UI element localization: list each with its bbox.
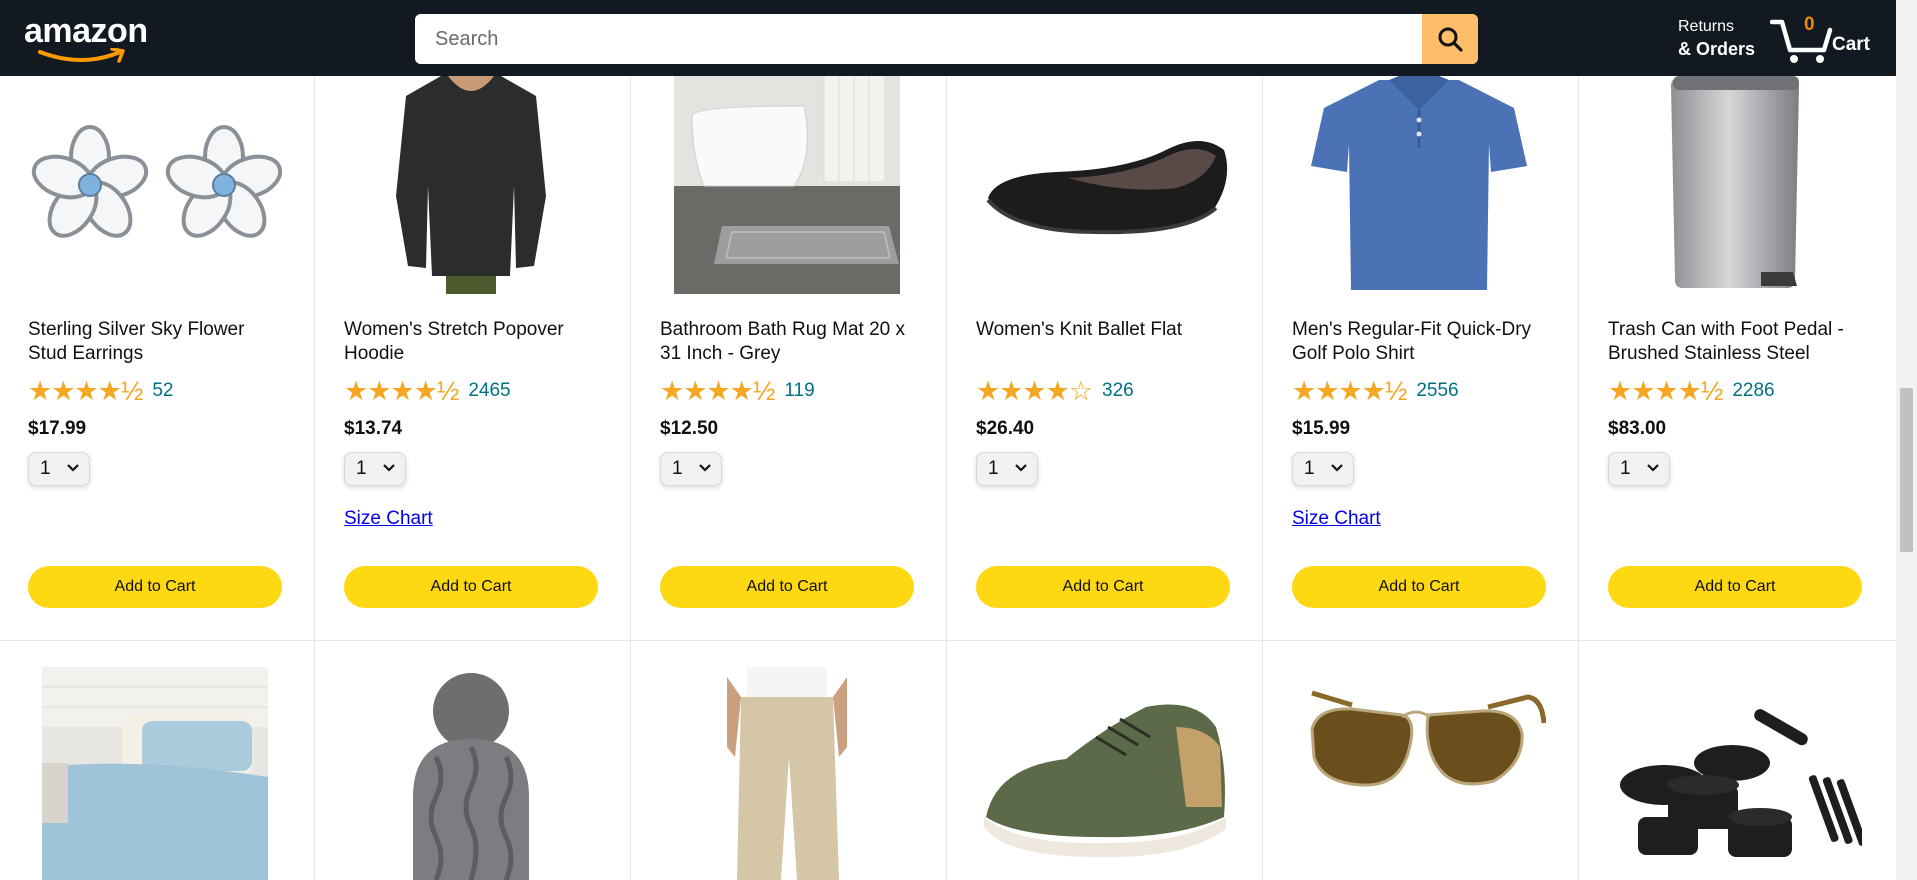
chevron-down-icon (1331, 464, 1343, 472)
star-rating: ★★★★½ (344, 376, 459, 406)
black-hoodie-image[interactable] (344, 76, 598, 294)
flower-earrings-image[interactable] (28, 76, 282, 294)
product-title[interactable]: Bathroom Bath Rug Mat 20 x 31 Inch - Gre… (660, 318, 920, 366)
amazon-logo[interactable]: amazon (24, 12, 154, 63)
logo-smile-icon (38, 48, 125, 63)
product-price: $12.50 (660, 418, 719, 439)
cart-count: 0 (1804, 14, 1815, 35)
product-card: Trash Can with Foot Pedal - Brushed Stai… (1580, 76, 1896, 640)
star-rating: ★★★★½ (660, 376, 775, 406)
review-count[interactable]: 2556 (1416, 380, 1458, 402)
quantity-value: 1 (40, 458, 51, 479)
review-count[interactable]: 52 (152, 380, 173, 402)
product-rating: ★★★★½ 2556 (1292, 376, 1459, 406)
knit-beanie-image[interactable] (344, 667, 598, 880)
khaki-pants-image[interactable] (660, 667, 914, 880)
product-title[interactable]: Women's Knit Ballet Flat (976, 318, 1236, 342)
add-to-cart-button[interactable]: Add to Cart (660, 566, 914, 608)
bedding-image[interactable] (28, 667, 282, 880)
quantity-value: 1 (1620, 458, 1631, 479)
scrollbar-thumb[interactable] (1900, 388, 1913, 552)
star-rating: ★★★★☆ (976, 376, 1093, 406)
review-count[interactable]: 326 (1102, 380, 1134, 402)
product-card: Men's Regular-Fit Quick-Dry Golf Polo Sh… (1264, 76, 1580, 640)
star-rating: ★★★★½ (1608, 376, 1723, 406)
add-to-cart-button[interactable]: Add to Cart (976, 566, 1230, 608)
returns-label: Returns (1678, 18, 1735, 35)
add-to-cart-button[interactable]: Add to Cart (1608, 566, 1862, 608)
logo-text: amazon (24, 12, 148, 50)
review-count[interactable]: 2286 (1732, 380, 1774, 402)
product-price: $83.00 (1608, 418, 1667, 439)
product-grid: Sterling Silver Sky Flower Stud Earrings… (0, 76, 1896, 880)
product-rating: ★★★★½ 2286 (1608, 376, 1775, 406)
product-card: Women's Stretch Popover Hoodie ★★★★½ 246… (316, 76, 632, 640)
cart-button[interactable]: 0 Cart (1768, 10, 1878, 66)
quantity-select[interactable]: 1 (1292, 452, 1354, 486)
review-count[interactable]: 2465 (468, 380, 510, 402)
product-rating: ★★★★½ 2465 (344, 376, 511, 406)
star-rating: ★★★★½ (1292, 376, 1407, 406)
quantity-value: 1 (672, 458, 683, 479)
quantity-select[interactable]: 1 (344, 452, 406, 486)
add-to-cart-button[interactable]: Add to Cart (344, 566, 598, 608)
quantity-select[interactable]: 1 (976, 452, 1038, 486)
cart-label: Cart (1832, 34, 1871, 55)
product-rating: ★★★★½ 52 (28, 376, 173, 406)
product-card: Women's Knit Ballet Flat ★★★★☆ 326 $26.4… (948, 76, 1264, 640)
product-title[interactable]: Women's Stretch Popover Hoodie (344, 318, 604, 366)
product-card (0, 641, 316, 880)
product-card (632, 641, 948, 880)
cookware-set-image[interactable] (1608, 667, 1862, 880)
product-card (1580, 641, 1896, 880)
search-icon (1438, 27, 1463, 52)
product-title[interactable]: Men's Regular-Fit Quick-Dry Golf Polo Sh… (1292, 318, 1552, 366)
vertical-scrollbar[interactable] (1896, 0, 1917, 880)
orders-label: & Orders (1678, 39, 1756, 59)
ballet-flat-image[interactable] (976, 76, 1230, 294)
trash-can-image[interactable] (1608, 76, 1862, 294)
product-title[interactable]: Trash Can with Foot Pedal - Brushed Stai… (1608, 318, 1868, 366)
product-price: $17.99 (28, 418, 87, 439)
quantity-value: 1 (356, 458, 367, 479)
add-to-cart-button[interactable]: Add to Cart (1292, 566, 1546, 608)
product-price: $13.74 (344, 418, 403, 439)
product-price: $26.40 (976, 418, 1035, 439)
quantity-select[interactable]: 1 (660, 452, 722, 486)
add-to-cart-button[interactable]: Add to Cart (28, 566, 282, 608)
product-card (948, 641, 1264, 880)
product-price: $15.99 (1292, 418, 1351, 439)
chevron-down-icon (1647, 464, 1659, 472)
quantity-value: 1 (1304, 458, 1315, 479)
quantity-value: 1 (988, 458, 999, 479)
polo-shirt-image[interactable] (1292, 76, 1546, 294)
search-button[interactable] (1422, 14, 1478, 64)
chevron-down-icon (699, 464, 711, 472)
product-rating: ★★★★½ 119 (660, 376, 815, 406)
review-count[interactable]: 119 (784, 380, 814, 402)
aviator-sunglasses-image[interactable] (1292, 667, 1546, 880)
chevron-down-icon (67, 464, 79, 472)
chevron-down-icon (383, 464, 395, 472)
quantity-select[interactable]: 1 (1608, 452, 1670, 486)
star-rating: ★★★★½ (28, 376, 143, 406)
product-card: Bathroom Bath Rug Mat 20 x 31 Inch - Gre… (632, 76, 948, 640)
product-card (316, 641, 632, 880)
quantity-select[interactable]: 1 (28, 452, 90, 486)
size-chart-link[interactable]: Size Chart (344, 508, 433, 530)
size-chart-link[interactable]: Size Chart (1292, 508, 1381, 530)
search-bar (415, 14, 1478, 64)
sneaker-image[interactable] (976, 667, 1230, 880)
returns-orders-link[interactable]: Returns & Orders (1678, 16, 1755, 60)
product-card (1264, 641, 1580, 880)
cart-icon (1770, 19, 1833, 63)
bath-rug-image[interactable] (660, 76, 914, 294)
chevron-down-icon (1015, 464, 1027, 472)
product-rating: ★★★★☆ 326 (976, 376, 1134, 406)
top-header: amazon Returns & Orders 0 Cart (0, 0, 1896, 76)
product-title[interactable]: Sterling Silver Sky Flower Stud Earrings (28, 318, 288, 366)
search-input[interactable] (415, 14, 1421, 64)
product-card: Sterling Silver Sky Flower Stud Earrings… (0, 76, 316, 640)
